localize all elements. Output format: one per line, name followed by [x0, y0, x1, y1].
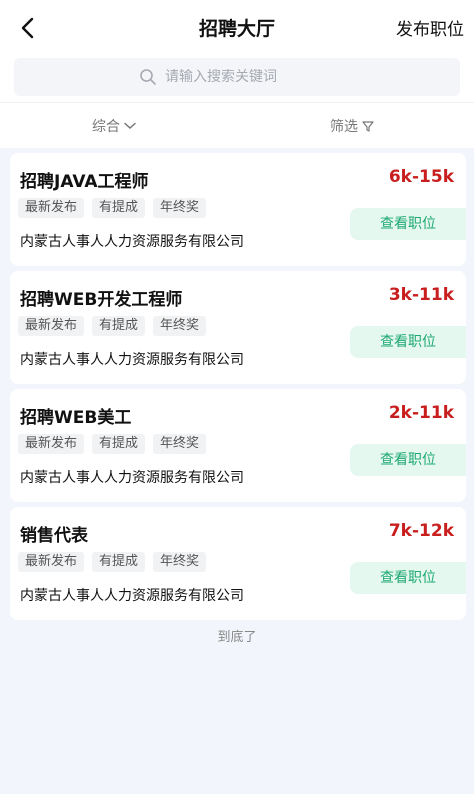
job-salary: 7k-12k: [388, 521, 454, 541]
job-tag: 年终奖: [153, 198, 207, 218]
job-card[interactable]: 销售代表 7k-12k 最新发布 有提成 年终奖 内蒙古人事人人力资源服务有限公…: [10, 507, 466, 620]
job-card[interactable]: 招聘WEB美工 2k-11k 最新发布 有提成 年终奖 内蒙古人事人人力资源服务…: [10, 389, 466, 502]
job-tag: 最新发布: [18, 552, 85, 572]
funnel-icon: [362, 121, 374, 132]
view-job-button[interactable]: 查看职位: [350, 208, 466, 240]
job-tag: 最新发布: [18, 434, 85, 454]
view-job-button[interactable]: 查看职位: [350, 444, 466, 476]
job-title: 招聘JAVA工程师: [20, 172, 149, 192]
company-name: 内蒙古人事人人力资源服务有限公司: [20, 470, 244, 486]
job-tags: 最新发布 有提成 年终奖: [18, 198, 207, 218]
company-name: 内蒙古人事人人力资源服务有限公司: [20, 234, 244, 250]
job-card[interactable]: 招聘JAVA工程师 6k-15k 最新发布 有提成 年终奖 内蒙古人事人人力资源…: [10, 153, 466, 266]
job-tag: 年终奖: [153, 316, 207, 336]
company-name: 内蒙古人事人人力资源服务有限公司: [20, 352, 244, 368]
search-area: [0, 52, 474, 102]
job-salary: 2k-11k: [388, 403, 454, 423]
screen-label: 筛选: [330, 119, 358, 135]
job-tag: 有提成: [92, 198, 146, 218]
screen-filter-button[interactable]: 筛选: [330, 116, 374, 136]
search-input[interactable]: [165, 69, 335, 85]
job-card[interactable]: 招聘WEB开发工程师 3k-11k 最新发布 有提成 年终奖 内蒙古人事人人力资…: [10, 271, 466, 384]
job-title: 招聘WEB美工: [20, 408, 132, 428]
view-job-button[interactable]: 查看职位: [350, 326, 466, 358]
filter-bar: 综合 筛选: [0, 102, 474, 148]
publish-job-button[interactable]: 发布职位: [396, 15, 464, 40]
list-end-text: 到底了: [217, 630, 257, 645]
job-tags: 最新发布 有提成 年终奖: [18, 316, 207, 336]
sort-dropdown[interactable]: 综合: [92, 116, 136, 136]
job-tags: 最新发布 有提成 年终奖: [18, 552, 207, 572]
job-tags: 最新发布 有提成 年终奖: [18, 434, 207, 454]
view-job-button[interactable]: 查看职位: [350, 562, 466, 594]
company-name: 内蒙古人事人人力资源服务有限公司: [20, 588, 244, 604]
search-icon: [140, 69, 156, 85]
app-header: 招聘大厅 发布职位: [0, 0, 474, 52]
job-title: 招聘WEB开发工程师: [20, 290, 183, 310]
job-tag: 最新发布: [18, 198, 85, 218]
job-title: 销售代表: [20, 526, 88, 546]
job-tag: 有提成: [92, 434, 146, 454]
job-list: 招聘JAVA工程师 6k-15k 最新发布 有提成 年终奖 内蒙古人事人人力资源…: [10, 153, 466, 625]
job-salary: 3k-11k: [388, 285, 454, 305]
search-box[interactable]: [14, 58, 460, 96]
job-salary: 6k-15k: [388, 167, 454, 187]
job-tag: 年终奖: [153, 434, 207, 454]
sort-label: 综合: [92, 119, 120, 135]
chevron-down-icon: [124, 122, 136, 130]
job-tag: 有提成: [92, 316, 146, 336]
job-tag: 年终奖: [153, 552, 207, 572]
job-tag: 有提成: [92, 552, 146, 572]
job-tag: 最新发布: [18, 316, 85, 336]
